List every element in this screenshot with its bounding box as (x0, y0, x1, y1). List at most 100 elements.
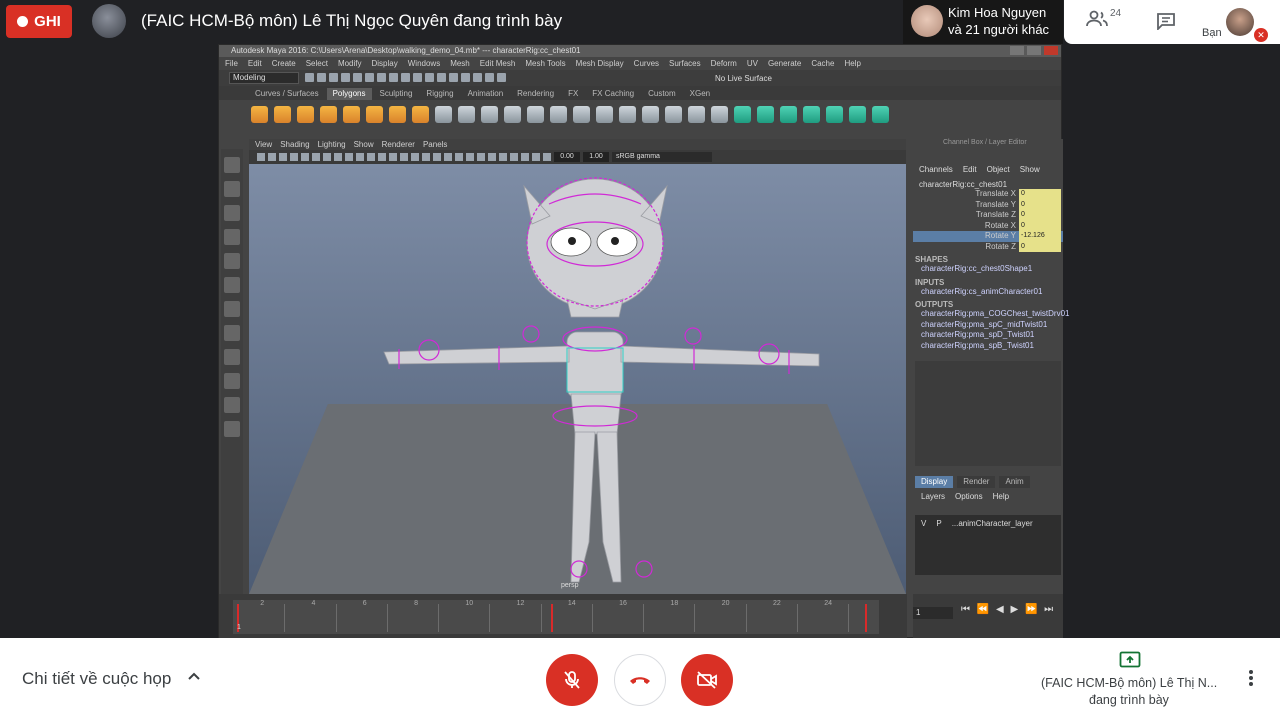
layer-tab[interactable]: Anim (999, 476, 1030, 488)
image-plane-icon[interactable] (290, 153, 298, 161)
camera-toggle-button[interactable] (681, 654, 733, 706)
anti-aliasing-icon[interactable] (466, 153, 474, 161)
chat-button[interactable] (1156, 12, 1176, 35)
single-pane-icon[interactable] (224, 301, 240, 317)
menu-item[interactable]: Select (306, 57, 328, 70)
leave-call-button[interactable] (614, 654, 666, 706)
camera-icon[interactable] (257, 153, 265, 161)
menu-item[interactable]: Edit Mesh (480, 57, 516, 70)
bookmark-icon[interactable] (279, 153, 287, 161)
shelf-tab[interactable]: FX (562, 88, 584, 100)
smooth-shade-icon[interactable] (389, 153, 397, 161)
persp-outliner-icon[interactable] (224, 397, 240, 413)
connection-item[interactable]: characterRig:cc_chest0Shape1 (913, 264, 1063, 275)
target-weld-icon[interactable] (619, 105, 636, 123)
poly-cube-icon[interactable] (274, 105, 291, 123)
cylindrical-map-icon[interactable] (780, 105, 797, 123)
combine-icon[interactable] (435, 105, 452, 123)
depth-of-field-icon[interactable] (477, 153, 485, 161)
wireframe-on-shaded-icon[interactable] (400, 153, 408, 161)
lights-icon[interactable] (422, 153, 430, 161)
layer-playback-toggle[interactable]: P (936, 519, 941, 571)
shadows-icon[interactable] (433, 153, 441, 161)
shelf-tab[interactable]: XGen (684, 88, 716, 100)
persp-graph-icon[interactable] (224, 373, 240, 389)
extrude-icon[interactable] (527, 105, 544, 123)
motion-blur-icon[interactable] (455, 153, 463, 161)
panel-menu-item[interactable]: Lighting (318, 139, 346, 150)
layer-menu-item[interactable]: Layers (921, 492, 945, 501)
view-transform-dropdown[interactable]: sRGB gamma (612, 152, 712, 162)
side-by-side-icon[interactable] (224, 349, 240, 365)
layer-menu-item[interactable]: Options (955, 492, 983, 501)
multi-cut-icon[interactable] (596, 105, 613, 123)
present-screen-icon[interactable] (1119, 651, 1141, 669)
attribute-value[interactable]: 0 (1019, 210, 1061, 221)
attribute-row[interactable]: Rotate Y -12.126 (913, 231, 1063, 242)
attribute-value[interactable]: 0 (1019, 241, 1061, 252)
connection-item[interactable]: characterRig:cs_animCharacter01 (913, 287, 1063, 298)
people-button[interactable]: 24 (1086, 8, 1121, 33)
four-pane-icon[interactable] (224, 325, 240, 341)
panel-menu-item[interactable]: Panels (423, 139, 447, 150)
attribute-row[interactable]: Translate X0 (913, 189, 1063, 200)
attribute-row[interactable]: Rotate Z0 (913, 241, 1063, 252)
layer-tab[interactable]: Display (915, 476, 954, 488)
panel-menu-item[interactable]: Shading (280, 139, 309, 150)
mirror-icon[interactable] (688, 105, 705, 123)
menu-item[interactable]: Surfaces (669, 57, 701, 70)
poly-torus-icon[interactable] (366, 105, 383, 123)
shelf-tab[interactable]: Curves / Surfaces (249, 88, 325, 100)
menu-item[interactable]: Help (844, 57, 860, 70)
poly-cone-icon[interactable] (320, 105, 337, 123)
attribute-value[interactable]: 0 (1019, 199, 1061, 210)
minimize-button[interactable] (1010, 46, 1024, 55)
select-tool-icon[interactable] (224, 157, 240, 173)
attribute-row[interactable]: Rotate X0 (913, 220, 1063, 231)
close-button[interactable] (1044, 46, 1058, 55)
layout-icon[interactable] (849, 105, 866, 123)
shelf-tab[interactable]: Custom (642, 88, 682, 100)
channel-box-menu-item[interactable]: Channels (919, 165, 953, 174)
bevel-icon[interactable] (573, 105, 590, 123)
insert-loop-icon[interactable] (665, 105, 682, 123)
isolate-select-icon[interactable] (488, 153, 496, 161)
gate-mask-icon[interactable] (334, 153, 342, 161)
selected-node-name[interactable]: characterRig:cc_chest01 (913, 180, 1063, 189)
menu-item[interactable]: Create (272, 57, 296, 70)
separate-icon[interactable] (458, 105, 475, 123)
poly-sphere-icon[interactable] (251, 105, 268, 123)
film-gate-icon[interactable] (312, 153, 320, 161)
self-avatar[interactable] (1226, 8, 1254, 36)
time-slider-track[interactable]: 2 4 6 8 10 12 14 16 18 20 22 24 (233, 600, 879, 634)
attribute-value[interactable]: -12.126 (1019, 231, 1061, 242)
backface-culling-icon[interactable] (532, 153, 540, 161)
layer-menu-item[interactable]: Help (993, 492, 1009, 501)
poly-plane-icon[interactable] (343, 105, 360, 123)
safe-action-icon[interactable] (356, 153, 364, 161)
scale-tool-icon[interactable] (224, 277, 240, 293)
shelf-tab[interactable]: Sculpting (374, 88, 419, 100)
field-chart-icon[interactable] (345, 153, 353, 161)
resolution-gate-icon[interactable] (323, 153, 331, 161)
smooth-icon[interactable] (504, 105, 521, 123)
shelf-tab[interactable]: Rigging (420, 88, 459, 100)
layer-visibility-toggle[interactable]: V (921, 519, 926, 571)
xray-icon[interactable] (499, 153, 507, 161)
attribute-value[interactable]: 0 (1019, 220, 1061, 231)
wireframe-icon[interactable] (378, 153, 386, 161)
panel-menu-item[interactable]: View (255, 139, 272, 150)
safe-title-icon[interactable] (367, 153, 375, 161)
menu-item[interactable]: Mesh (450, 57, 470, 70)
planar-map-icon[interactable] (734, 105, 751, 123)
shelf-tab[interactable]: Polygons (326, 88, 372, 100)
menu-item[interactable]: Modify (338, 57, 362, 70)
panel-menu-item[interactable]: Show (354, 139, 374, 150)
more-vert-icon[interactable] (1243, 668, 1259, 688)
shelf-tab[interactable]: FX Caching (586, 88, 640, 100)
exposure-field[interactable]: 0.00 (554, 152, 580, 162)
attribute-value[interactable]: 0 (1019, 189, 1061, 200)
meeting-details-button[interactable]: Chi tiết về cuộc họp (22, 669, 171, 689)
channel-box-menu-item[interactable]: Object (987, 165, 1010, 174)
xray-joints-icon[interactable] (510, 153, 518, 161)
